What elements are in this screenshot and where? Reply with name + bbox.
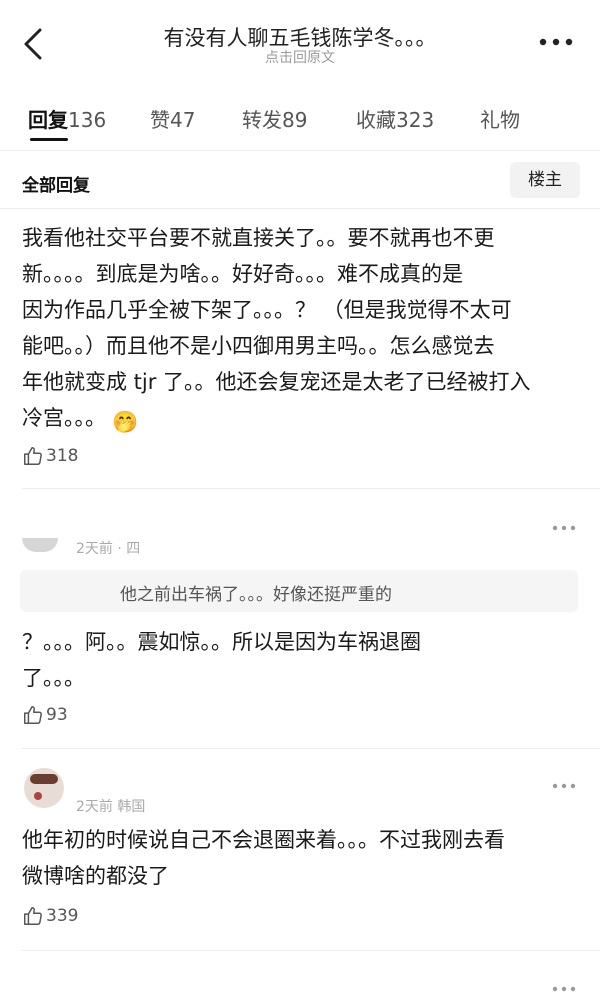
avatar[interactable] [22,538,58,552]
like-button[interactable]: 339 [22,904,78,928]
like-count: 93 [46,705,68,725]
comment-line: 因为作品几乎全被下架了。。。？ （但是我觉得不太可 [22,298,512,322]
tab-reposts[interactable]: 转发89 [242,104,307,133]
tab-replies-count: 136 [68,108,107,132]
tab-gifts[interactable]: 礼物 [480,104,520,133]
quoted-reply-text: 他之前出车祸了。。。好像还挺严重的 [120,585,392,605]
owner-only-button[interactable]: 楼主 [510,162,580,198]
comment-line: ？。。。阿。。震如惊。。所以是因为车祸退圈 [22,630,421,654]
more-button[interactable] [538,32,574,52]
more-dots-icon [552,986,576,992]
comment-line: 微博啥的都没了 [22,864,169,888]
comment-line: 能吧。。）而且他不是小四御用男主吗。。怎么感觉去 [22,334,495,358]
tab-likes-label: 赞 [150,108,170,132]
emoji-hand-over-mouth-icon: 🤭 [112,410,139,434]
tab-likes[interactable]: 赞47 [150,104,195,133]
avatar-detail [30,774,58,784]
comment-more-button[interactable] [552,775,576,789]
comment-meta: 2天前 韩国 [76,799,146,815]
comment-more-button[interactable] [552,517,576,531]
thumbs-up-icon [24,907,42,925]
comment-text: 他年初的时候说自己不会退圈来着。。。不过我刚去看 微博啥的都没了 [22,822,582,894]
comment-text: 我看他社交平台要不就直接关了。。要不就再也不更 新。。。。到底是为啥。。好好奇。… [22,220,582,440]
tab-reposts-count: 89 [282,108,308,132]
comment-line: 冷宫。。。 🤭 [22,400,582,440]
avatar[interactable] [24,768,64,808]
comment-line: 我看他社交平台要不就直接关了。。要不就再也不更 [22,226,495,250]
tab-reposts-label: 转发 [242,108,282,132]
divider [22,488,600,489]
comment-more-button[interactable] [552,978,576,992]
more-dots-icon [552,525,576,531]
avatar-detail [34,792,42,800]
divider [0,150,600,151]
view-original-link[interactable]: 点击回原文 [0,47,600,67]
tab-favorites[interactable]: 收藏323 [356,104,434,133]
tab-active-indicator [30,138,68,141]
thumbs-up-icon [24,447,42,465]
like-count: 339 [46,906,79,926]
divider [22,950,600,951]
comment-text: ？。。。阿。。震如惊。。所以是因为车祸退圈 了。。。 [22,624,582,696]
tab-favorites-count: 323 [396,108,435,132]
comment-meta: 2天前 · 四 [76,541,141,557]
tab-replies[interactable]: 回复136 [28,104,106,133]
comment-line: 了。。。 [22,666,85,690]
tab-likes-count: 47 [170,108,196,132]
tab-gifts-label: 礼物 [480,108,520,132]
comment-line: 他年初的时候说自己不会退圈来着。。。不过我刚去看 [22,828,505,852]
divider [0,208,600,209]
like-button[interactable]: 93 [22,703,68,727]
divider [22,748,600,749]
tab-favorites-label: 收藏 [356,108,396,132]
comment-line: 年他就变成 tjr 了。。他还会复宠还是太老了已经被打入 [22,370,531,394]
comment-line: 新。。。。到底是为啥。。好好奇。。。难不成真的是 [22,262,463,286]
thumbs-up-icon [24,706,42,724]
like-button[interactable]: 318 [22,444,78,468]
more-dots-icon [552,783,576,789]
like-count: 318 [46,446,79,466]
all-replies-filter[interactable]: 全部回复 [22,171,90,196]
more-dots-icon [539,38,573,46]
tab-replies-label: 回复 [28,108,68,132]
comment-line-text: 冷宫。。。 [22,406,106,430]
